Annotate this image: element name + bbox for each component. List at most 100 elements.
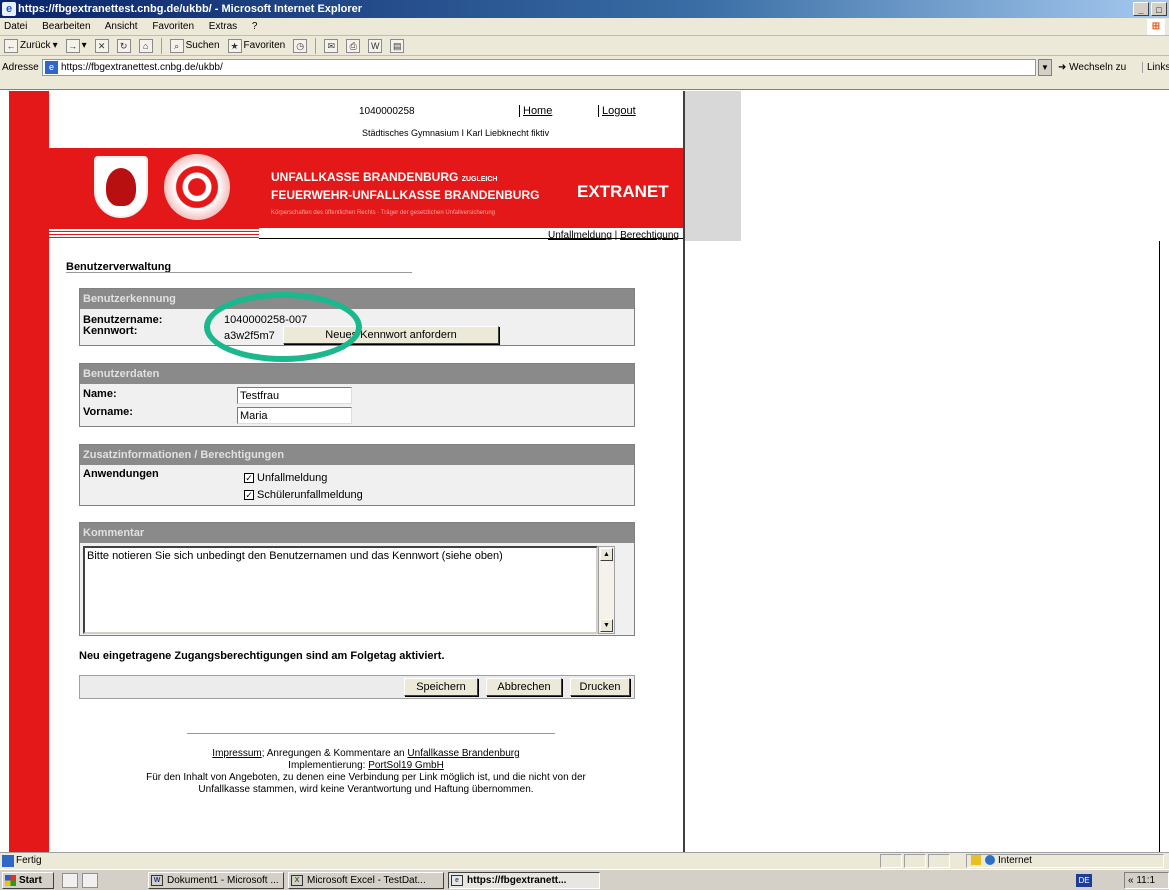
menu-datei[interactable]: Datei (4, 21, 27, 32)
activation-notice: Neu eingetragene Zugangsberechtigungen s… (79, 650, 445, 662)
stop-icon[interactable]: ✕ (94, 38, 109, 53)
checkbox-checked-icon: ✓ (244, 490, 254, 500)
user-id: 1040000258 (359, 106, 415, 117)
status-cells (880, 854, 952, 868)
quick-launch (62, 873, 98, 888)
home-link[interactable]: Home (519, 105, 552, 117)
address-url: https://fbgextranettest.cnbg.de/ukbb/ (61, 62, 223, 73)
benutzerdaten-panel: Benutzerdaten Name: Vorname: (79, 363, 635, 427)
taskbar: Start W Dokument1 - Microsoft ... X Micr… (0, 869, 1169, 890)
task-ie-label: https://fbgextranett... (467, 875, 567, 886)
refresh-icon[interactable]: ↻ (116, 38, 131, 53)
page-status-icon (2, 855, 14, 867)
benutzerdaten-header: Benutzerdaten (80, 364, 634, 384)
task-excel[interactable]: X Microsoft Excel - TestDat... (288, 872, 444, 889)
anregungen-text: ; Anregungen & Kommentare an (261, 748, 405, 759)
comment-textarea[interactable]: Bitte notieren Sie sich unbedingt den Be… (83, 546, 598, 634)
language-indicator[interactable]: DE (1076, 874, 1092, 887)
save-button[interactable]: Speichern (404, 678, 478, 696)
back-arrow-icon: ← (4, 38, 18, 53)
search-button[interactable]: ⌕ Suchen (169, 36, 220, 56)
scroll-down-icon[interactable]: ▼ (600, 619, 613, 632)
print-icon[interactable]: ⎙ (346, 38, 361, 53)
go-button[interactable]: ➜ Wechseln zu (1058, 62, 1126, 73)
favorites-button[interactable]: ★ Favoriten (227, 36, 285, 56)
status-text: Fertig (16, 855, 42, 866)
kommentar-header: Kommentar (80, 523, 634, 543)
print-button[interactable]: Drucken (570, 678, 630, 696)
task-excel-label: Microsoft Excel - TestDat... (307, 875, 426, 886)
page-content: 1040000258 Home Logout Städtisches Gymna… (0, 91, 1169, 852)
berechtigung-link[interactable]: Berechtigung (620, 230, 679, 241)
app-unfallmeldung-label: Unfallmeldung (257, 472, 328, 484)
clock: « 11:1 (1128, 875, 1156, 886)
brandenburg-eagle-logo (94, 156, 148, 218)
status-cell (880, 854, 902, 868)
history-icon[interactable]: ◷ (293, 38, 308, 53)
impressum-link[interactable]: Impressum (212, 748, 261, 759)
footer-rule (187, 733, 555, 734)
task-word[interactable]: W Dokument1 - Microsoft ... (148, 872, 284, 889)
back-button[interactable]: ← Zurück ▾ (4, 36, 58, 56)
banner-line1-small: ZUGLEICH (461, 176, 498, 183)
app-schuelerunfallmeldung-checkbox[interactable]: ✓ Schülerunfallmeldung (244, 489, 363, 501)
menu-bar: Datei Bearbeiten Ansicht Favoriten Extra… (0, 18, 1169, 36)
address-dropdown-icon[interactable]: ▼ (1038, 59, 1052, 76)
status-cell (904, 854, 926, 868)
maximize-button[interactable]: □ (1151, 2, 1167, 16)
unfallmeldung-link[interactable]: Unfallmeldung (548, 230, 612, 241)
start-label: Start (19, 875, 42, 886)
windows-logo-icon: ⊞ (1147, 19, 1165, 35)
menu-bearbeiten[interactable]: Bearbeiten (42, 21, 90, 32)
toolbar: ← Zurück ▾ → ▾ ✕ ↻ ⌂ ⌕ Suchen ★ Favoriten ◷… (0, 36, 1169, 56)
toolbar-separator (160, 37, 162, 54)
gray-column (685, 91, 741, 241)
banner-line1: UNFALLKASSE BRANDENBURG ZUGLEICH (271, 170, 497, 184)
menu-extras[interactable]: Extras (209, 21, 237, 32)
menu-favoriten[interactable]: Favoriten (152, 21, 194, 32)
status-cell (928, 854, 950, 868)
ie-task-icon: e (451, 875, 463, 886)
header-banner: UNFALLKASSE BRANDENBURG ZUGLEICH FEUERWE… (49, 148, 683, 228)
app-unfallmeldung-checkbox[interactable]: ✓ Unfallmeldung (244, 472, 327, 484)
status-bar: Fertig Internet (0, 852, 1169, 869)
checkbox-checked-icon: ✓ (244, 473, 254, 483)
discuss-icon[interactable]: ▤ (390, 38, 405, 53)
scroll-up-icon[interactable]: ▲ (600, 548, 613, 561)
zone-label: Internet (998, 855, 1032, 866)
menu-help[interactable]: ? (252, 21, 258, 32)
comment-scrollbar[interactable]: ▲ ▼ (598, 546, 615, 634)
home-icon[interactable]: ⌂ (138, 38, 153, 53)
globe-icon (985, 855, 995, 866)
name-input[interactable] (237, 387, 352, 404)
word-edit-icon[interactable]: W (368, 38, 383, 53)
forward-button[interactable]: → ▾ (65, 36, 87, 56)
red-stripe (49, 228, 259, 240)
portsol-link[interactable]: PortSol19 GmbH (368, 760, 444, 771)
unfallkasse-link[interactable]: Unfallkasse Brandenburg (407, 748, 519, 759)
kommentar-panel: Kommentar Bitte notieren Sie sich unbedi… (79, 522, 635, 636)
task-ie[interactable]: e https://fbgextranett... (448, 872, 600, 889)
toolbar-separator (315, 37, 317, 54)
logout-link[interactable]: Logout (598, 105, 636, 117)
vorname-input[interactable] (237, 407, 352, 424)
forward-arrow-icon: → (65, 38, 80, 53)
vorname-label: Vorname: (83, 406, 133, 418)
links-button[interactable]: Links (1142, 62, 1169, 73)
cancel-button[interactable]: Abbrechen (486, 678, 562, 696)
lock-icon (971, 855, 981, 866)
zusatz-header: Zusatzinformationen / Berechtigungen (80, 445, 634, 465)
internet-explorer-quicklaunch-icon[interactable] (82, 873, 98, 888)
window-controls: _ □ (1133, 2, 1167, 16)
window-title: https://fbgextranettest.cnbg.de/ukbb/ - … (18, 3, 363, 15)
show-desktop-icon[interactable] (62, 873, 78, 888)
password-label: Kennwort: (83, 325, 138, 337)
minimize-button[interactable]: _ (1133, 2, 1149, 16)
zusatz-panel: Zusatzinformationen / Berechtigungen Anw… (79, 444, 635, 506)
start-button[interactable]: Start (2, 872, 54, 889)
mail-icon[interactable]: ✉ (324, 38, 339, 53)
highlight-ellipse (204, 292, 362, 362)
address-input[interactable]: e https://fbgextranettest.cnbg.de/ukbb/ (42, 59, 1036, 76)
word-icon: W (151, 875, 163, 886)
menu-ansicht[interactable]: Ansicht (105, 21, 138, 32)
